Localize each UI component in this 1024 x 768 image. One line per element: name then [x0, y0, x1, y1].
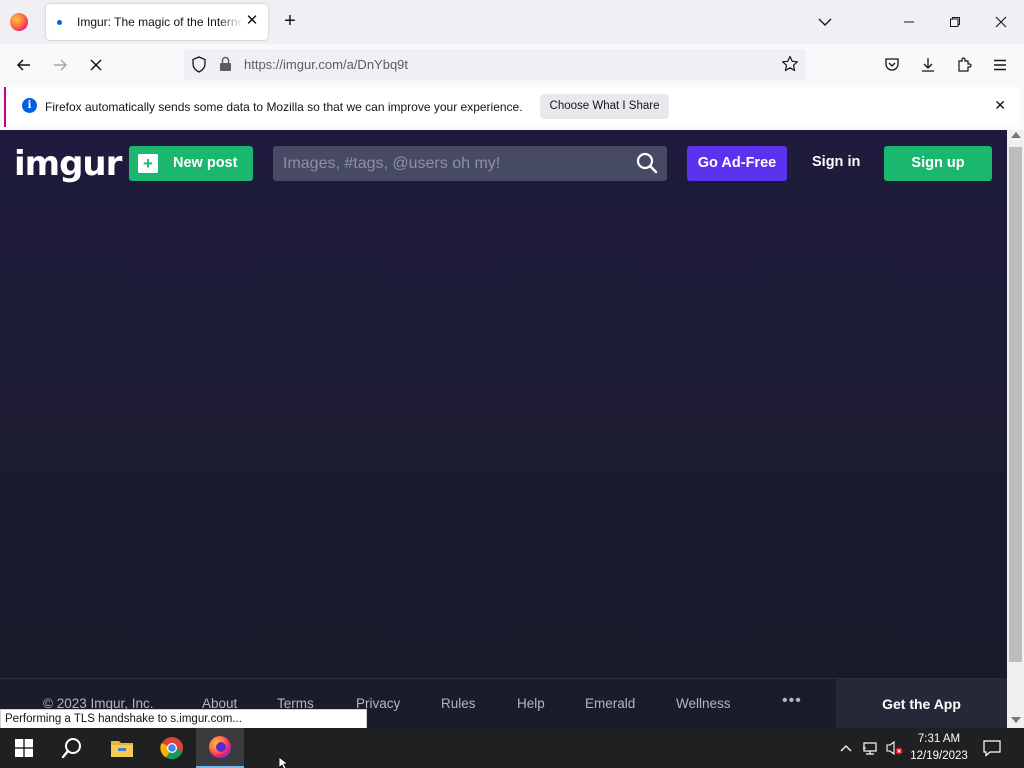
get-the-app-button[interactable]: Get the App — [836, 679, 1007, 728]
forward-arrow-icon[interactable] — [48, 53, 72, 77]
windows-taskbar: 7:31 AM 12/19/2023 — [0, 728, 1024, 768]
scroll-down-arrow-icon[interactable] — [1011, 717, 1021, 723]
choose-what-i-share-button[interactable]: Choose What I Share — [540, 94, 669, 119]
data-collection-notification: i Firefox automatically sends some data … — [4, 87, 1020, 127]
file-explorer-icon[interactable] — [98, 728, 146, 768]
mouse-cursor-icon — [279, 757, 290, 768]
close-window-button[interactable] — [978, 0, 1024, 44]
notification-text: Firefox automatically sends some data to… — [45, 100, 523, 114]
start-windows-icon[interactable] — [0, 728, 48, 768]
go-ad-free-button[interactable]: Go Ad-Free — [687, 146, 787, 181]
volume-muted-icon[interactable] — [886, 740, 903, 756]
imgur-page: imgur + New post Go Ad-Free Sign in Sign… — [0, 130, 1007, 728]
url-bar[interactable]: https://imgur.com/a/DnYbq9t — [184, 49, 806, 80]
network-icon[interactable] — [862, 740, 878, 756]
tab-title: Imgur: The magic of the Internet — [77, 15, 243, 29]
tab-loading-indicator — [57, 20, 62, 25]
search-icon[interactable] — [636, 152, 658, 174]
stop-loading-icon[interactable] — [84, 53, 108, 77]
browser-status-text: Performing a TLS handshake to s.imgur.co… — [0, 709, 367, 729]
notification-close-icon[interactable]: ✕ — [994, 97, 1006, 114]
sign-up-button[interactable]: Sign up — [884, 146, 992, 181]
minimize-button[interactable] — [886, 0, 932, 44]
bookmark-star-icon[interactable] — [781, 55, 799, 78]
tab-close-icon[interactable]: ✕ — [244, 12, 260, 30]
tracking-protection-shield-icon[interactable] — [191, 56, 207, 78]
imgur-logo[interactable]: imgur — [14, 144, 122, 184]
restore-button[interactable] — [932, 0, 978, 44]
footer-link-emerald[interactable]: Emerald — [585, 696, 635, 711]
menu-hamburger-icon[interactable] — [988, 53, 1012, 77]
new-post-label: New post — [173, 155, 238, 171]
page-scrollbar[interactable] — [1007, 130, 1024, 728]
search-taskbar-icon[interactable] — [48, 728, 96, 768]
sign-in-link[interactable]: Sign in — [812, 154, 860, 170]
footer-link-wellness[interactable]: Wellness — [676, 696, 731, 711]
scrollbar-thumb[interactable] — [1009, 147, 1022, 662]
footer-link-rules[interactable]: Rules — [441, 696, 476, 711]
clock-date: 12/19/2023 — [910, 750, 968, 762]
new-tab-button[interactable]: + — [279, 10, 301, 32]
url-text[interactable]: https://imgur.com/a/DnYbq9t — [244, 57, 408, 72]
downloads-icon[interactable] — [916, 53, 940, 77]
browser-tab-bar: Imgur: The magic of the Internet ✕ + — [0, 0, 1024, 44]
extensions-icon[interactable] — [952, 53, 976, 77]
system-clock[interactable]: 7:31 AM 12/19/2023 — [906, 731, 972, 765]
footer-more-icon[interactable]: ••• — [782, 692, 802, 710]
show-hidden-icons-chevron-icon[interactable] — [840, 741, 852, 759]
pocket-icon[interactable] — [880, 53, 904, 77]
lock-icon[interactable] — [219, 56, 232, 77]
imgur-content-area — [0, 210, 1007, 678]
action-center-icon[interactable] — [983, 739, 1001, 757]
new-post-button[interactable]: + New post — [129, 146, 253, 181]
plus-icon: + — [138, 154, 158, 173]
info-icon: i — [22, 98, 37, 113]
firefox-taskbar-icon[interactable] — [196, 728, 244, 768]
tab-imgur[interactable]: Imgur: The magic of the Internet ✕ — [46, 4, 268, 40]
clock-time: 7:31 AM — [917, 733, 961, 745]
scroll-up-arrow-icon[interactable] — [1011, 132, 1021, 138]
list-all-tabs-chevron-icon[interactable] — [815, 12, 835, 32]
back-arrow-icon[interactable] — [12, 53, 36, 77]
firefox-view-icon[interactable] — [10, 13, 28, 31]
chrome-icon[interactable] — [148, 728, 196, 768]
footer-link-help[interactable]: Help — [517, 696, 545, 711]
search-input[interactable] — [273, 146, 667, 181]
